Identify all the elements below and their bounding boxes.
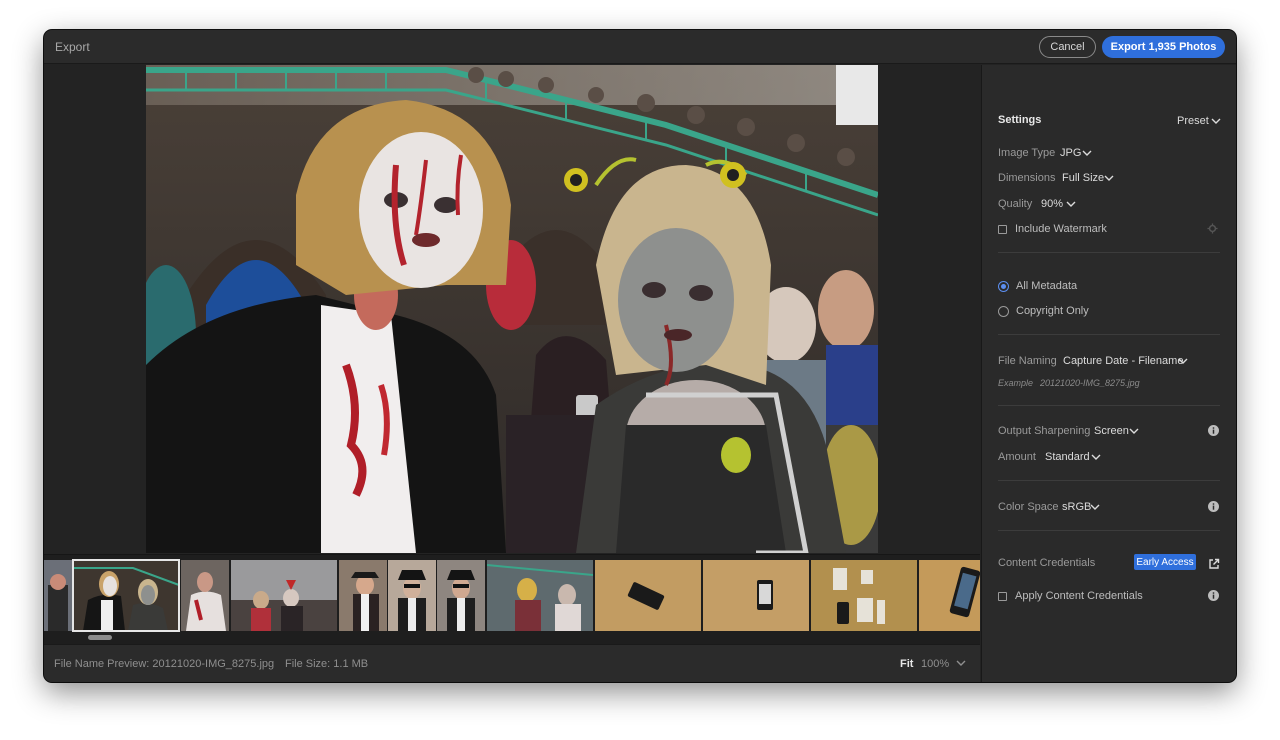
thumbnail[interactable] [703, 560, 809, 631]
title-bar: Export Cancel Export 1,935 Photos [44, 30, 1236, 64]
settings-panel: Settings Preset Image Type JPG Dimension… [981, 65, 1236, 682]
cancel-button[interactable]: Cancel [1039, 36, 1096, 58]
thumbnail-selected[interactable] [72, 559, 180, 632]
chevron-down-icon[interactable] [1211, 117, 1221, 125]
thumbnail[interactable] [487, 560, 593, 631]
amount-dropdown[interactable]: Standard [1045, 451, 1090, 463]
all-metadata-label: All Metadata [1016, 280, 1078, 292]
zoom-dropdown[interactable]: 100% [921, 658, 949, 670]
divider [998, 334, 1220, 335]
dialog-title: Export [55, 40, 90, 54]
all-metadata-radio[interactable] [998, 281, 1009, 292]
export-dialog: Export Cancel Export 1,935 Photos File N… [44, 30, 1236, 682]
quality-dropdown[interactable]: 90% [1041, 198, 1063, 210]
color-space-label: Color Space [998, 501, 1059, 513]
dimensions-dropdown[interactable]: Full Size [1062, 172, 1104, 184]
early-access-badge: Early Access [1134, 554, 1196, 570]
file-size: File Size: 1.1 MB [285, 658, 369, 670]
image-type-dropdown[interactable]: JPG [1060, 147, 1081, 159]
chevron-down-icon[interactable] [1090, 503, 1100, 511]
status-bar: File Name Preview: 20121020-IMG_8275.jpg… [44, 644, 980, 682]
apply-content-credentials-checkbox[interactable] [998, 592, 1007, 601]
include-watermark-checkbox[interactable] [998, 225, 1007, 234]
dimensions-label: Dimensions [998, 172, 1056, 184]
divider [998, 405, 1220, 406]
thumbnail[interactable] [595, 560, 701, 631]
thumbnail[interactable] [231, 560, 337, 631]
copyright-only-label: Copyright Only [1016, 305, 1089, 317]
output-sharpening-dropdown[interactable]: Screen [1094, 425, 1129, 437]
info-icon[interactable] [1208, 425, 1219, 436]
file-naming-label: File Naming [998, 355, 1057, 367]
include-watermark-label: Include Watermark [1015, 223, 1107, 235]
filmstrip-scrollbar[interactable] [88, 635, 112, 640]
preset-dropdown[interactable]: Preset [1177, 115, 1209, 127]
file-naming-example-label: Example [998, 378, 1034, 388]
preview-photo [146, 65, 878, 553]
file-naming-example-value: 20121020-IMG_8275.jpg [1040, 378, 1140, 388]
divider [998, 480, 1220, 481]
divider [998, 530, 1220, 531]
info-icon[interactable] [1208, 501, 1219, 512]
thumbnail[interactable] [811, 560, 917, 631]
file-name-preview: File Name Preview: 20121020-IMG_8275.jpg [54, 658, 275, 670]
gear-icon[interactable] [1207, 223, 1218, 234]
color-space-dropdown[interactable]: sRGB [1062, 501, 1091, 513]
export-button[interactable]: Export 1,935 Photos [1102, 36, 1225, 58]
quality-label: Quality [998, 198, 1033, 210]
thumbnail[interactable] [339, 560, 387, 631]
chevron-down-icon[interactable] [1082, 149, 1092, 157]
divider [998, 252, 1220, 253]
thumbnail[interactable] [437, 560, 485, 631]
chevron-down-icon[interactable] [956, 659, 966, 667]
thumbnail[interactable] [181, 560, 229, 631]
external-link-icon[interactable] [1208, 558, 1220, 570]
apply-content-credentials-label: Apply Content Credentials [1015, 590, 1143, 602]
copyright-only-radio[interactable] [998, 306, 1009, 317]
thumbnail[interactable] [919, 560, 980, 631]
chevron-down-icon[interactable] [1066, 200, 1076, 208]
amount-label: Amount [998, 451, 1036, 463]
fit-button[interactable]: Fit [900, 658, 913, 670]
preview-area [44, 65, 980, 553]
file-naming-dropdown[interactable]: Capture Date - Filename [1063, 355, 1183, 367]
filmstrip [44, 554, 980, 644]
chevron-down-icon[interactable] [1129, 427, 1139, 435]
thumbnail[interactable] [388, 560, 436, 631]
chevron-down-icon[interactable] [1091, 453, 1101, 461]
thumbnail[interactable] [44, 560, 72, 631]
info-icon[interactable] [1208, 590, 1219, 601]
chevron-down-icon[interactable] [1178, 357, 1188, 365]
output-sharpening-label: Output Sharpening [998, 425, 1091, 437]
settings-header: Settings [998, 114, 1042, 126]
content-credentials-label: Content Credentials [998, 557, 1096, 569]
chevron-down-icon[interactable] [1104, 174, 1114, 182]
image-type-label: Image Type [998, 147, 1056, 159]
